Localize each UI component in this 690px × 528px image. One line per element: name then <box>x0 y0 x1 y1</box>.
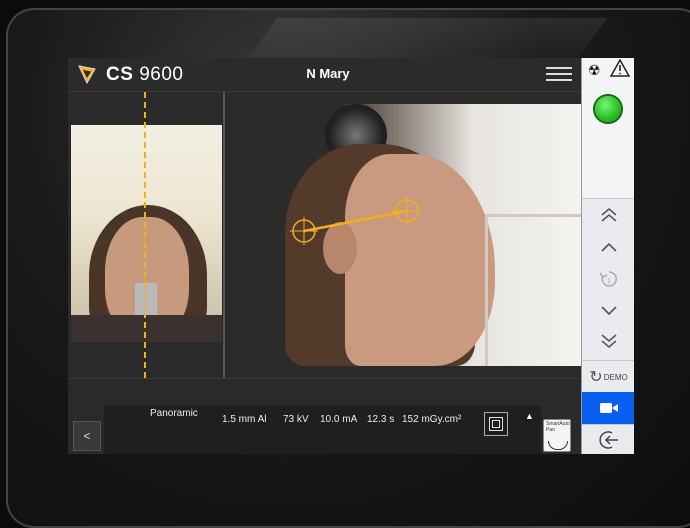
brand-model: 9600 <box>139 64 184 85</box>
exposure-panel: < Panoramic 1.5 mm Al 73 kV 10.0 mA 12.3… <box>68 378 581 454</box>
svg-text:1: 1 <box>607 278 611 285</box>
front-patient-image <box>71 125 222 342</box>
exit-icon[interactable] <box>582 424 634 454</box>
orbit-target-icon[interactable] <box>393 197 421 225</box>
exposure-parameters: Panoramic 1.5 mm Al 73 kV 10.0 mA 12.3 s… <box>104 405 541 454</box>
smartauto-pan-button[interactable]: SmartAuto Pan <box>543 419 571 452</box>
double-chevron-down-icon[interactable] <box>582 326 634 356</box>
time-value: 12.3 s <box>367 414 395 425</box>
app-screen: CS 9600 N Mary < Panoramic 1.5 mm Al 73 … <box>68 58 634 454</box>
header-bar: CS 9600 N Mary <box>68 58 581 92</box>
midsagittal-guide-line <box>144 92 146 378</box>
teeth-icon <box>548 441 568 450</box>
dose-value: 152 mGy.cm² <box>402 414 462 425</box>
chevron-down-icon[interactable] <box>582 296 634 326</box>
side-camera-view[interactable] <box>225 92 581 378</box>
double-chevron-up-icon[interactable] <box>582 200 634 230</box>
brand-name: CS 9600 <box>106 64 183 86</box>
expand-button[interactable]: ▲ <box>525 411 534 421</box>
radiation-icon: ☢ <box>588 62 601 78</box>
frankfort-plane-overlay <box>290 197 421 245</box>
camera-button[interactable] <box>582 392 634 424</box>
demo-button[interactable]: ↻ DEMO <box>582 360 634 393</box>
brand-prefix: CS <box>106 64 134 85</box>
chevron-up-icon[interactable] <box>582 232 634 262</box>
patient-name: N Mary <box>306 66 350 81</box>
ready-indicator[interactable] <box>595 96 621 122</box>
logo-icon <box>78 65 96 85</box>
back-button[interactable]: < <box>73 421 101 451</box>
tragus-target-icon[interactable] <box>290 217 318 245</box>
warning-icon[interactable] <box>610 59 630 77</box>
demo-arrow-icon: ↻ <box>589 369 603 386</box>
filtration-value: 1.5 mm Al <box>222 414 267 425</box>
smart-label: SmartAuto Pan <box>546 421 570 433</box>
demo-label: DEMO <box>603 372 628 382</box>
field-of-view-icon[interactable] <box>484 412 508 436</box>
right-control-panel: ☢ 1 ↻ DEMO <box>581 58 634 454</box>
status-area: ☢ <box>582 58 634 199</box>
menu-icon[interactable] <box>546 67 572 83</box>
current-value: 10.0 mA <box>320 414 358 425</box>
voltage-value: 73 kV <box>283 414 309 425</box>
program-name[interactable]: Panoramic <box>150 408 198 419</box>
front-camera-view[interactable] <box>68 92 225 378</box>
camera-icon <box>599 403 618 413</box>
reset-icon[interactable]: 1 <box>582 264 634 294</box>
